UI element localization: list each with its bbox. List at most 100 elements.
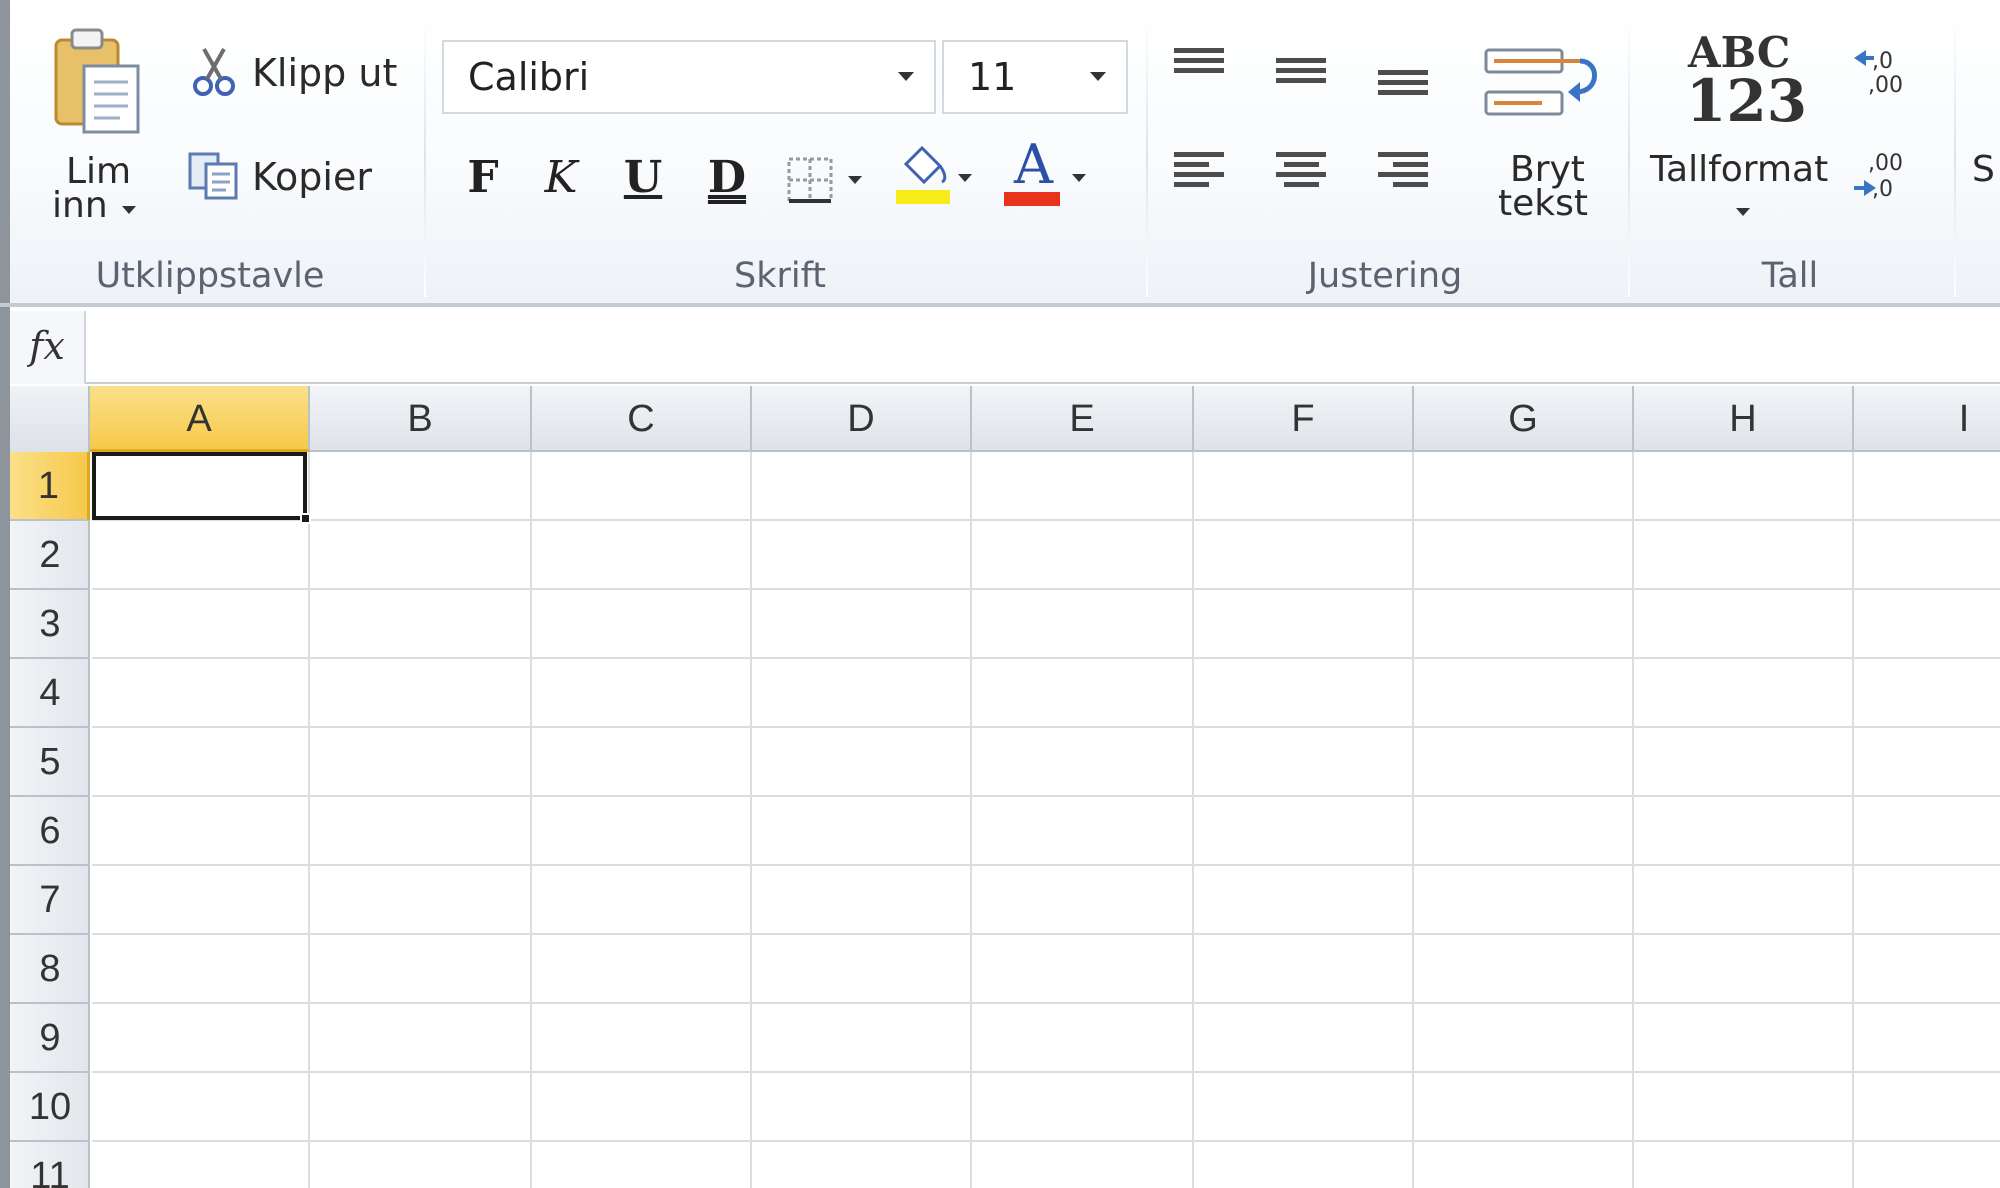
- scissors-icon: [193, 48, 235, 96]
- bold-button[interactable]: F: [458, 148, 508, 208]
- paint-bucket-icon: [903, 145, 947, 185]
- chevron-down-icon[interactable]: [898, 72, 914, 81]
- number-format-label: Tallformat: [1650, 149, 1829, 190]
- font-color-button[interactable]: A: [1002, 138, 1092, 210]
- svg-text:,00: ,00: [1868, 73, 1903, 98]
- svg-text:,00: ,00: [1868, 151, 1903, 176]
- window-left-edge: [0, 307, 10, 1188]
- decrease-decimal-icon[interactable]: ,00 ,0: [1850, 148, 1910, 204]
- row-header-10[interactable]: 10: [10, 1073, 90, 1142]
- grid-line: [1632, 452, 1634, 1188]
- fill-color-button[interactable]: [892, 144, 982, 210]
- paste-button[interactable]: Lim inn: [40, 20, 150, 230]
- grid-line: [530, 452, 532, 1188]
- column-header-d[interactable]: D: [752, 386, 972, 452]
- grid-line: [1192, 452, 1194, 1188]
- grid-line: [92, 657, 2000, 659]
- grid-line: [92, 795, 2000, 797]
- row-header-3[interactable]: 3: [10, 590, 90, 659]
- font-size-combo[interactable]: 11: [942, 40, 1128, 114]
- group-separator: [424, 14, 426, 297]
- chevron-down-icon: [848, 176, 862, 184]
- underline-button[interactable]: U: [618, 148, 668, 208]
- column-header-i[interactable]: I: [1854, 386, 2000, 452]
- borders-icon: [787, 157, 833, 203]
- clipboard-group-label: Utklippstavle: [95, 256, 325, 296]
- copy-label: Kopier: [252, 155, 372, 199]
- grid-line: [1852, 452, 1854, 1188]
- row-header-column: 1 2 3 4 5 6 7 8 9 10 11: [10, 452, 90, 1188]
- column-header-g[interactable]: G: [1414, 386, 1634, 452]
- fill-color-swatch: [896, 190, 950, 204]
- align-left-icon[interactable]: [1174, 152, 1224, 192]
- grid-line: [92, 933, 2000, 935]
- grid-line: [92, 864, 2000, 866]
- active-cell-a1[interactable]: [92, 452, 307, 520]
- increase-decimal-icon[interactable]: ,0 ,00: [1850, 44, 1910, 100]
- font-name-combo[interactable]: Calibri: [442, 40, 936, 114]
- borders-button[interactable]: [784, 148, 870, 208]
- paste-label-line2: inn: [52, 185, 108, 226]
- column-header-c[interactable]: C: [532, 386, 752, 452]
- svg-text:,0: ,0: [1872, 177, 1893, 202]
- row-header-6[interactable]: 6: [10, 797, 90, 866]
- paste-icon: [54, 28, 140, 134]
- italic-button[interactable]: K: [536, 148, 586, 208]
- row-header-1[interactable]: 1: [10, 452, 90, 521]
- formula-input[interactable]: [88, 311, 2000, 384]
- column-header-e[interactable]: E: [972, 386, 1194, 452]
- grid-line: [92, 1140, 2000, 1142]
- align-right-icon[interactable]: [1378, 152, 1428, 192]
- font-color-glyph: A: [1014, 133, 1053, 196]
- grid-line: [92, 588, 2000, 590]
- font-group-label: Skrift: [733, 256, 827, 296]
- ribbon: Lim inn Klipp ut Kopier Utklippstavle Ca…: [0, 0, 2000, 307]
- grid-line: [92, 726, 2000, 728]
- align-center-icon[interactable]: [1276, 152, 1326, 192]
- row-header-8[interactable]: 8: [10, 935, 90, 1004]
- align-top-icon[interactable]: [1174, 48, 1224, 78]
- fx-icon: fx: [29, 324, 65, 368]
- font-name-value: Calibri: [468, 55, 590, 99]
- copy-icon: [188, 152, 238, 200]
- column-header-b[interactable]: B: [310, 386, 532, 452]
- align-bottom-icon[interactable]: [1378, 70, 1428, 100]
- cut-button[interactable]: Klipp ut: [186, 44, 406, 100]
- wrap-text-label-line2: tekst: [1498, 183, 1588, 224]
- double-underline-button[interactable]: D: [702, 148, 752, 208]
- formula-bar: fx: [10, 311, 2000, 384]
- row-header-5[interactable]: 5: [10, 728, 90, 797]
- font-size-value: 11: [968, 55, 1017, 99]
- alignment-group-label: Justering: [1307, 256, 1463, 296]
- next-group-label-cutoff: S: [1972, 149, 1995, 190]
- chevron-down-icon[interactable]: [1090, 72, 1106, 81]
- column-header-h[interactable]: H: [1634, 386, 1854, 452]
- row-header-9[interactable]: 9: [10, 1004, 90, 1073]
- column-header-a[interactable]: A: [90, 386, 310, 452]
- chevron-down-icon: [958, 174, 972, 182]
- column-header-f[interactable]: F: [1194, 386, 1414, 452]
- wrap-text-icon: [1484, 48, 1597, 116]
- copy-button[interactable]: Kopier: [184, 148, 404, 204]
- group-separator: [1146, 14, 1148, 297]
- align-middle-icon[interactable]: [1276, 58, 1326, 88]
- number-group-label: Tall: [1761, 256, 1819, 296]
- svg-text:,0: ,0: [1872, 49, 1893, 74]
- row-header-7[interactable]: 7: [10, 866, 90, 935]
- cut-label: Klipp ut: [252, 51, 398, 95]
- fill-handle[interactable]: [300, 513, 311, 524]
- group-separator: [1628, 14, 1630, 297]
- wrap-text-button[interactable]: Bryt tekst: [1480, 40, 1606, 230]
- chevron-down-icon: [1736, 208, 1750, 216]
- row-header-4[interactable]: 4: [10, 659, 90, 728]
- cell-grid[interactable]: [92, 452, 2000, 1188]
- insert-function-button[interactable]: fx: [10, 311, 86, 384]
- row-header-11[interactable]: 11: [10, 1142, 90, 1188]
- font-color-swatch: [1004, 192, 1060, 206]
- row-header-2[interactable]: 2: [10, 521, 90, 590]
- number-format-button[interactable]: ABC 123 Tallformat: [1646, 32, 1838, 232]
- select-all-corner[interactable]: [10, 386, 90, 452]
- chevron-down-icon: [122, 206, 136, 214]
- grid-line: [92, 1071, 2000, 1073]
- grid-line: [92, 519, 2000, 521]
